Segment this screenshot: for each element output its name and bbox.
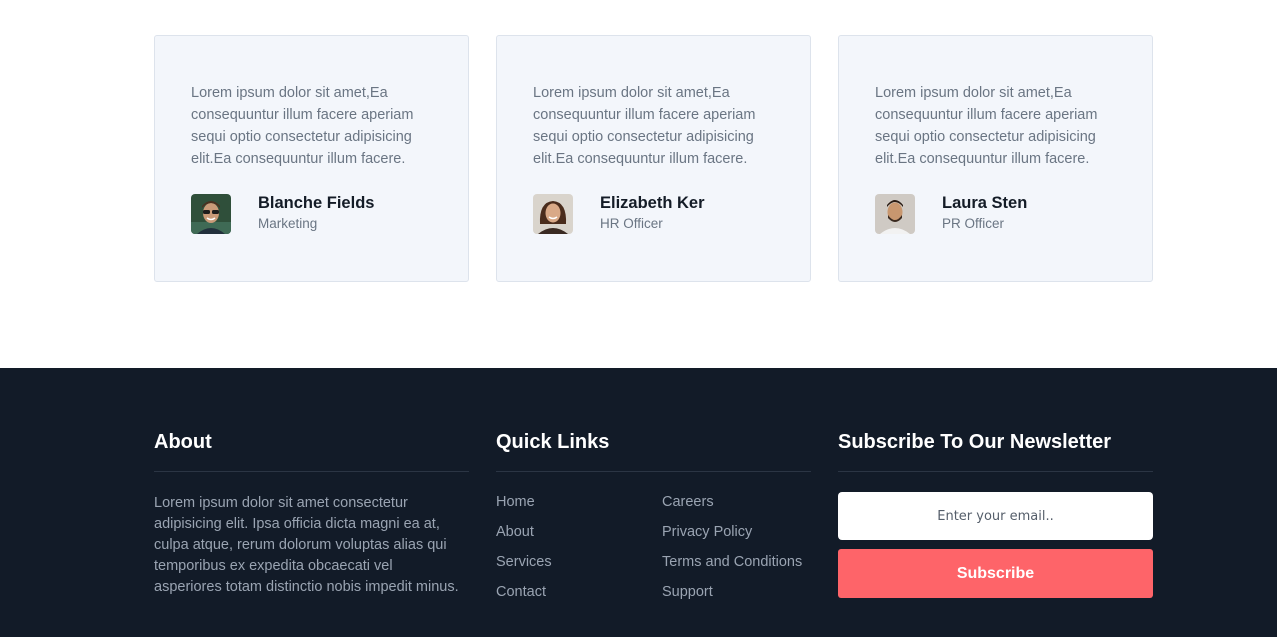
about-heading: About bbox=[154, 430, 469, 472]
avatar bbox=[191, 194, 231, 234]
testimonial-card: Lorem ipsum dolor sit amet,Ea consequunt… bbox=[838, 35, 1153, 282]
testimonials-section: Lorem ipsum dolor sit amet,Ea consequunt… bbox=[0, 0, 1277, 368]
author-role: Marketing bbox=[258, 215, 318, 231]
author-name: Elizabeth Ker bbox=[600, 193, 705, 212]
footer-newsletter: Subscribe To Our Newsletter Subscribe bbox=[838, 430, 1153, 598]
footer-link-careers[interactable]: Careers bbox=[662, 493, 811, 511]
author-role: HR Officer bbox=[600, 215, 663, 231]
avatar-photo-icon bbox=[191, 194, 231, 234]
footer-link-about[interactable]: About bbox=[496, 523, 662, 541]
footer-link-support[interactable]: Support bbox=[662, 583, 811, 601]
avatar bbox=[533, 194, 573, 234]
footer-quick-links: Quick Links Home Careers About Privacy P… bbox=[496, 430, 811, 601]
testimonial-author: Blanche Fields Marketing bbox=[191, 194, 432, 234]
email-input[interactable] bbox=[838, 492, 1153, 540]
testimonial-card: Lorem ipsum dolor sit amet,Ea consequunt… bbox=[154, 35, 469, 282]
author-role: PR Officer bbox=[942, 215, 1005, 231]
testimonial-author: Laura Sten PR Officer bbox=[875, 194, 1116, 234]
author-name: Blanche Fields bbox=[258, 193, 375, 212]
quick-links-heading: Quick Links bbox=[496, 430, 811, 472]
footer-link-services[interactable]: Services bbox=[496, 553, 662, 571]
testimonial-card: Lorem ipsum dolor sit amet,Ea consequunt… bbox=[496, 35, 811, 282]
footer-link-terms[interactable]: Terms and Conditions bbox=[662, 553, 811, 571]
quick-links-list: Home Careers About Privacy Policy Servic… bbox=[496, 493, 811, 601]
avatar bbox=[875, 194, 915, 234]
testimonial-author: Elizabeth Ker HR Officer bbox=[533, 194, 774, 234]
newsletter-heading: Subscribe To Our Newsletter bbox=[838, 430, 1153, 472]
about-text: Lorem ipsum dolor sit amet consectetur a… bbox=[154, 495, 459, 595]
footer-link-contact[interactable]: Contact bbox=[496, 583, 662, 601]
footer-link-privacy-policy[interactable]: Privacy Policy bbox=[662, 523, 811, 541]
testimonial-quote: Lorem ipsum dolor sit amet,Ea consequunt… bbox=[191, 85, 414, 167]
author-name: Laura Sten bbox=[942, 193, 1028, 212]
footer-link-home[interactable]: Home bbox=[496, 493, 662, 511]
subscribe-button[interactable]: Subscribe bbox=[838, 549, 1153, 598]
testimonial-quote: Lorem ipsum dolor sit amet,Ea consequunt… bbox=[875, 85, 1098, 167]
avatar-photo-icon bbox=[875, 194, 915, 234]
avatar-photo-icon bbox=[533, 194, 573, 234]
testimonial-quote: Lorem ipsum dolor sit amet,Ea consequunt… bbox=[533, 85, 756, 167]
site-footer: About Lorem ipsum dolor sit amet consect… bbox=[0, 368, 1277, 637]
footer-about: About Lorem ipsum dolor sit amet consect… bbox=[154, 430, 469, 598]
